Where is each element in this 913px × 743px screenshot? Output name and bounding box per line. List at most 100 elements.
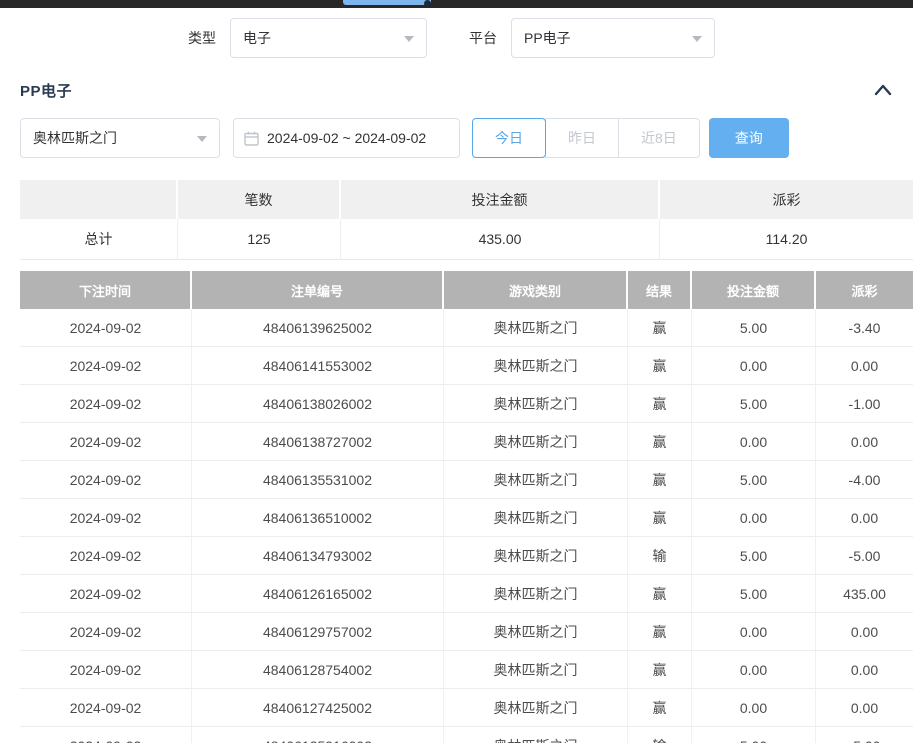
active-tab-indicator[interactable] — [343, 0, 431, 5]
table-row: 2024-09-02 48406126165002 奥林匹斯之门 赢 5.00 … — [20, 575, 913, 613]
summary-total-label: 总计 — [20, 219, 178, 260]
platform-label: 平台 — [469, 28, 497, 48]
cell-bet-amount: 5.00 — [692, 537, 816, 575]
type-select-value: 电子 — [243, 28, 271, 48]
summary-bet-amount-value: 435.00 — [341, 219, 660, 260]
cell-bet-amount: 0.00 — [692, 499, 816, 537]
table-row: 2024-09-02 48406135531002 奥林匹斯之门 赢 5.00 … — [20, 461, 913, 499]
cell-result: 赢 — [628, 499, 692, 537]
cell-payout: 0.00 — [816, 347, 913, 385]
summary-total-row: 总计 125 435.00 114.20 — [20, 219, 913, 260]
header-payout: 派彩 — [816, 271, 913, 309]
cell-game-type: 奥林匹斯之门 — [444, 347, 628, 385]
table-row: 2024-09-02 48406139625002 奥林匹斯之门 赢 5.00 … — [20, 309, 913, 347]
cell-payout: 0.00 — [816, 499, 913, 537]
cell-bet-id: 48406138727002 — [192, 423, 444, 461]
date-range-input[interactable]: 2024-09-02 ~ 2024-09-02 — [233, 118, 460, 158]
cell-bet-amount: 5.00 — [692, 461, 816, 499]
records-header-row: 下注时间 注单编号 游戏类别 结果 投注金额 派彩 — [20, 271, 913, 309]
cell-bet-id: 48406125916002 — [192, 727, 444, 743]
cell-bet-id: 48406128754002 — [192, 651, 444, 689]
cell-bet-id: 48406126165002 — [192, 575, 444, 613]
section-title: PP电子 — [20, 80, 72, 101]
cell-bet-time: 2024-09-02 — [20, 385, 192, 423]
cell-payout: 0.00 — [816, 689, 913, 727]
cell-bet-time: 2024-09-02 — [20, 727, 192, 743]
top-filter-row: 类型 电子 平台 PP电子 — [0, 8, 913, 68]
cell-bet-time: 2024-09-02 — [20, 613, 192, 651]
cell-result: 赢 — [628, 689, 692, 727]
calendar-icon — [244, 131, 259, 146]
summary-header-count: 笔数 — [178, 180, 341, 219]
cell-game-type: 奥林匹斯之门 — [444, 689, 628, 727]
browser-tab-strip — [0, 0, 913, 8]
table-row: 2024-09-02 48406125916002 奥林匹斯之门 输 5.00 … — [20, 727, 913, 743]
table-row: 2024-09-02 48406138727002 奥林匹斯之门 赢 0.00 … — [20, 423, 913, 461]
header-game-type: 游戏类别 — [444, 271, 628, 309]
cell-bet-id: 48406127425002 — [192, 689, 444, 727]
cell-game-type: 奥林匹斯之门 — [444, 651, 628, 689]
date-range-value: 2024-09-02 ~ 2024-09-02 — [267, 130, 426, 146]
summary-table: 笔数 投注金额 派彩 总计 125 435.00 114.20 — [20, 180, 913, 260]
bet-records-table: 下注时间 注单编号 游戏类别 结果 投注金额 派彩 2024-09-02 484… — [20, 271, 913, 743]
cell-game-type: 奥林匹斯之门 — [444, 727, 628, 743]
cell-payout: 0.00 — [816, 423, 913, 461]
table-row: 2024-09-02 48406134793002 奥林匹斯之门 输 5.00 … — [20, 537, 913, 575]
cell-payout: -1.00 — [816, 385, 913, 423]
section-header: PP电子 — [0, 76, 913, 104]
cell-payout: 435.00 — [816, 575, 913, 613]
cell-game-type: 奥林匹斯之门 — [444, 423, 628, 461]
cell-bet-amount: 0.00 — [692, 613, 816, 651]
cell-bet-id: 48406129757002 — [192, 613, 444, 651]
cell-bet-time: 2024-09-02 — [20, 689, 192, 727]
table-row: 2024-09-02 48406128754002 奥林匹斯之门 赢 0.00 … — [20, 651, 913, 689]
platform-select[interactable]: PP电子 — [511, 18, 715, 58]
cell-bet-time: 2024-09-02 — [20, 651, 192, 689]
cell-payout: 0.00 — [816, 613, 913, 651]
cell-payout: -5.00 — [816, 537, 913, 575]
cell-result: 赢 — [628, 309, 692, 347]
last8days-button[interactable]: 近8日 — [618, 118, 700, 158]
cell-result: 赢 — [628, 575, 692, 613]
summary-header-bet-amount: 投注金额 — [341, 180, 660, 219]
summary-payout-value: 114.20 — [660, 219, 913, 260]
type-select[interactable]: 电子 — [230, 18, 427, 58]
yesterday-button[interactable]: 昨日 — [545, 118, 619, 158]
cell-payout: -5.00 — [816, 727, 913, 743]
header-result: 结果 — [628, 271, 692, 309]
game-select[interactable]: 奥林匹斯之门 — [20, 118, 220, 158]
summary-count-value: 125 — [178, 219, 341, 260]
header-bet-time: 下注时间 — [20, 271, 192, 309]
cell-game-type: 奥林匹斯之门 — [444, 461, 628, 499]
chevron-down-icon — [197, 136, 207, 142]
table-row: 2024-09-02 48406129757002 奥林匹斯之门 赢 0.00 … — [20, 613, 913, 651]
cell-bet-time: 2024-09-02 — [20, 537, 192, 575]
cell-bet-amount: 5.00 — [692, 309, 816, 347]
cell-bet-amount: 5.00 — [692, 575, 816, 613]
game-select-value: 奥林匹斯之门 — [33, 128, 117, 148]
table-row: 2024-09-02 48406127425002 奥林匹斯之门 赢 0.00 … — [20, 689, 913, 727]
today-button[interactable]: 今日 — [472, 118, 546, 158]
summary-header-row: 笔数 投注金额 派彩 — [20, 180, 913, 219]
cell-result: 赢 — [628, 651, 692, 689]
query-button[interactable]: 查询 — [709, 118, 789, 158]
type-label: 类型 — [188, 28, 216, 48]
header-bet-amount: 投注金额 — [692, 271, 816, 309]
cell-bet-id: 48406141553002 — [192, 347, 444, 385]
cell-bet-amount: 5.00 — [692, 727, 816, 743]
cell-result: 赢 — [628, 461, 692, 499]
cell-bet-amount: 0.00 — [692, 347, 816, 385]
cell-bet-id: 48406138026002 — [192, 385, 444, 423]
cell-bet-id: 48406135531002 — [192, 461, 444, 499]
cell-game-type: 奥林匹斯之门 — [444, 575, 628, 613]
header-bet-id: 注单编号 — [192, 271, 444, 309]
summary-header-empty — [20, 180, 178, 219]
cell-result: 输 — [628, 727, 692, 743]
table-row: 2024-09-02 48406136510002 奥林匹斯之门 赢 0.00 … — [20, 499, 913, 537]
table-row: 2024-09-02 48406138026002 奥林匹斯之门 赢 5.00 … — [20, 385, 913, 423]
platform-select-value: PP电子 — [524, 28, 571, 48]
chevron-up-icon[interactable] — [873, 83, 893, 97]
chevron-down-icon — [404, 36, 414, 42]
cell-bet-time: 2024-09-02 — [20, 575, 192, 613]
cell-game-type: 奥林匹斯之门 — [444, 385, 628, 423]
